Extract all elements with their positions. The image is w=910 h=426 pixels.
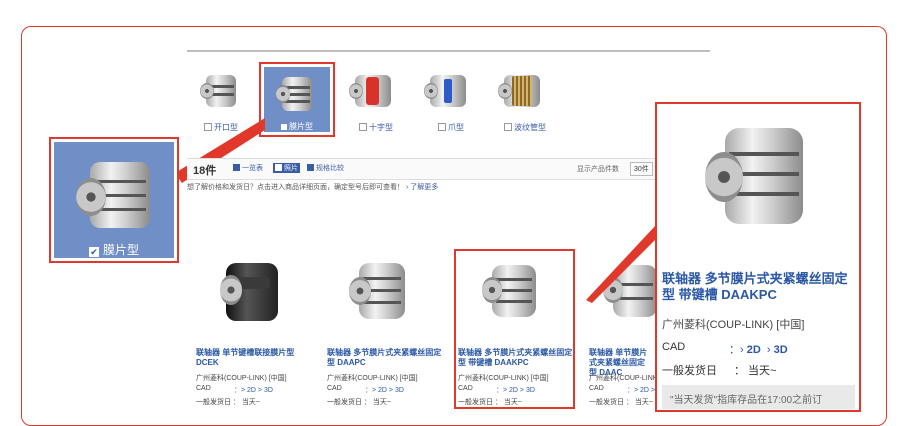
cad-links: ：› 2D › 3D [729,344,788,356]
cad-links[interactable]: ：> 2D > 3D [234,385,273,395]
product-vendor: 广州菱科(COUP-LINK) [中国] [327,375,418,382]
cad-label: CAD [458,385,473,392]
callout-pointer [586,225,658,303]
cad-3d-link[interactable]: › 3D [767,344,788,356]
product-image[interactable] [458,251,578,331]
product-vendor: 广州菱科(COUP-LINK) [中国] [196,375,287,382]
type-filter-label: 十字型 [345,122,407,133]
per-page-label: 显示产品件数 [577,166,619,173]
cad-label: CAD [662,341,686,353]
ship-label: 一般发货日 [662,365,717,377]
checkbox-checked-icon[interactable] [281,124,287,130]
checkbox-icon[interactable] [438,123,446,131]
type-filter-bellows[interactable]: 波纹管型 [494,63,556,141]
product-vendor: 广州菱科(COUP-LINK) [中国] [458,375,549,382]
result-count: 18件 [193,165,217,177]
type-filter-diaphragm[interactable]: 膜片型 [259,62,335,137]
divider [187,50,710,52]
checkbox-checked-icon: ✔ [88,247,99,257]
result-toolbar: 18件 一览表 照片 规格比较 显示产品件数 30件 [187,158,657,180]
cad-label: CAD [589,385,604,392]
cad-label: CAD [327,385,342,392]
coupling-icon [349,71,399,111]
type-filter-label: 波纹管型 [494,122,556,133]
ship-date: 一般发货日 ： 当天~ [458,399,522,406]
zoomed-type-diaphragm: ✔ 膜片型 [49,137,179,263]
coupling-icon [72,156,162,236]
per-page-select[interactable]: 30件 [630,162,653,176]
learn-more-link[interactable]: › 了解更多 [406,184,438,191]
checkbox-icon[interactable] [359,123,367,131]
product-image[interactable] [196,251,316,331]
product-card[interactable]: 联轴器 多节膜片式夹紧螺丝固定型 DAAPC 广州菱科(COUP-LINK) [… [327,251,447,411]
grid-icon [275,164,282,171]
checkbox-icon[interactable] [504,123,512,131]
product-title[interactable]: 联轴器 多节膜片式夹紧螺丝固定型 带键槽 DAAKPC [662,271,857,303]
coupling-icon [198,71,244,111]
cad-links[interactable]: ：> 2D > 3D [365,385,404,395]
coupling-image [699,122,819,232]
view-photo-button[interactable]: 照片 [273,163,300,173]
list-icon [233,164,240,171]
view-compare-button[interactable]: 规格比较 [307,163,344,173]
type-filter-jaw[interactable]: 爪型 [420,63,482,141]
ship-date: 一般发货日 ： 当天~ [327,399,391,406]
cad-label: CAD [196,385,211,392]
zoomed-product-detail: 联轴器 多节膜片式夹紧螺丝固定型 带键槽 DAAKPC 广州菱科(COUP-LI… [655,102,861,412]
type-filter-label: 膜片型 [264,121,330,132]
same-day-notice: "当天发货"指库存品在17:00之前订 [662,385,855,409]
product-card-highlighted[interactable]: 联轴器 多节膜片式夹紧螺丝固定型 带键槽 DAAKPC 广州菱科(COUP-LI… [458,251,578,411]
hint-text: 想了解价格和发货日？点击进入商品详细页面，确定型号后即可查看！ › 了解更多 [187,184,439,191]
ship-value: ： 当天~ [734,365,777,377]
zoomed-type-label: ✔ 膜片型 [88,243,139,257]
product-image[interactable] [327,251,447,331]
product-title[interactable]: 联轴器 单节键槽联接膜片型 DCEK [196,348,314,368]
compare-icon [307,164,314,171]
cad-links[interactable]: ：> 2D > 3D [496,385,535,395]
type-filter-label: 爪型 [420,122,482,133]
product-card[interactable]: 联轴器 单节键槽联接膜片型 DCEK 广州菱科(COUP-LINK) [中国] … [196,251,316,411]
ship-date: 一般发货日 ： 当天~ [196,399,260,406]
coupling-icon [498,71,548,111]
coupling-icon [424,71,474,111]
view-list-button[interactable]: 一览表 [233,163,263,173]
product-title[interactable]: 联轴器 多节膜片式夹紧螺丝固定型 DAAPC [327,348,445,368]
product-title[interactable]: 联轴器 多节膜片式夹紧螺丝固定型 带键槽 DAAKPC [458,348,576,368]
product-vendor: 广州菱科(COUP-LINK) [中国] [662,319,805,331]
ship-date: 一般发货日 ： 当天~ [589,399,653,406]
type-filter-cross[interactable]: 十字型 [345,63,407,141]
coupling-icon [274,73,320,117]
cad-2d-link[interactable]: › 2D [740,344,761,356]
